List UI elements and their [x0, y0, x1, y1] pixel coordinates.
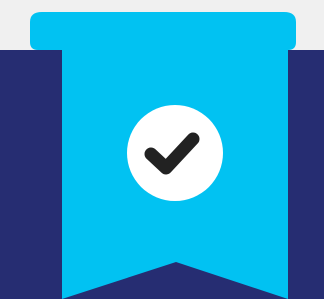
badge-illustration: [0, 0, 324, 299]
ribbon-badge-graphic: [0, 0, 324, 299]
